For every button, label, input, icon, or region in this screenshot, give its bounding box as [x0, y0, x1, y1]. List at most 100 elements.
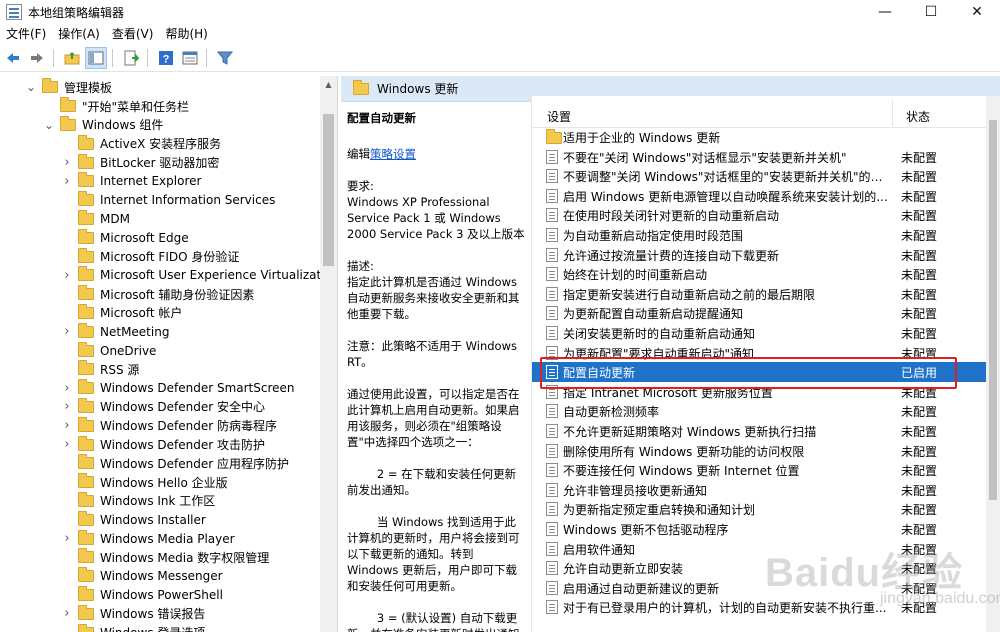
- tree-item[interactable]: › NetMeeting: [60, 322, 169, 341]
- policy-row[interactable]: 允许通过按流量计费的连接自动下载更新 未配置: [532, 245, 987, 265]
- tree-item-label: "开始"菜单和任务栏: [82, 99, 190, 114]
- tree-item[interactable]: › BitLocker 驱动器加密: [60, 153, 219, 172]
- properties-icon[interactable]: [179, 47, 201, 69]
- policy-row[interactable]: 为更新配置自动重新启动提醒通知 未配置: [532, 303, 987, 323]
- policy-row[interactable]: 不允许更新延期策略对 Windows 更新执行扫描 未配置: [532, 421, 987, 441]
- policy-row[interactable]: 关闭安装更新时的自动重新启动通知 未配置: [532, 323, 987, 343]
- chevron-down-icon[interactable]: ⌄: [24, 80, 38, 94]
- folder-icon: [78, 285, 94, 301]
- tree-scrollbar[interactable]: ▲: [320, 76, 337, 632]
- folder-icon: [78, 567, 94, 583]
- tree-item[interactable]: Windows Media 数字权限管理: [60, 548, 269, 567]
- settings-scrollbar[interactable]: [986, 96, 1000, 632]
- chevron-right-icon[interactable]: ›: [60, 174, 74, 189]
- chevron-right-icon[interactable]: ›: [60, 268, 74, 283]
- tree-item[interactable]: Windows Installer: [60, 510, 206, 529]
- chevron-right-icon[interactable]: ›: [60, 606, 74, 621]
- folder-icon: [78, 510, 94, 526]
- chevron-right-icon[interactable]: ›: [60, 418, 74, 433]
- tree-item[interactable]: "开始"菜单和任务栏: [42, 97, 189, 116]
- menu-help[interactable]: 帮助(H): [159, 24, 213, 44]
- menu-action[interactable]: 操作(A): [52, 24, 106, 44]
- tree-item[interactable]: RSS 源: [60, 360, 139, 379]
- close-button[interactable]: ✕: [954, 0, 1000, 24]
- tree-item[interactable]: › Windows 错误报告: [60, 604, 205, 623]
- tree-item[interactable]: › Windows Defender 防病毒程序: [60, 416, 277, 435]
- chevron-right-icon[interactable]: ›: [60, 324, 74, 339]
- folder-icon: [78, 172, 94, 188]
- policy-row[interactable]: 指定 Intranet Microsoft 更新服务位置 未配置: [532, 382, 987, 402]
- maximize-button[interactable]: ☐: [908, 0, 954, 24]
- chevron-right-icon[interactable]: ›: [60, 531, 74, 546]
- app-icon: [6, 4, 22, 20]
- chevron-right-icon[interactable]: ›: [60, 381, 74, 396]
- policy-row[interactable]: 删除使用所有 Windows 更新功能的访问权限 未配置: [532, 441, 987, 461]
- policy-row[interactable]: 允许非管理员接收更新通知 未配置: [532, 480, 987, 500]
- help-icon[interactable]: ?: [155, 47, 177, 69]
- policy-row[interactable]: 不要连接任何 Windows 更新 Internet 位置 未配置: [532, 460, 987, 480]
- tree-item[interactable]: Windows Hello 企业版: [60, 473, 228, 492]
- list-folder-row[interactable]: 适用于企业的 Windows 更新: [532, 127, 987, 147]
- forward-arrow-icon[interactable]: [26, 47, 48, 69]
- tree-item[interactable]: › Windows Defender SmartScreen: [60, 379, 295, 398]
- policy-row[interactable]: 为更新配置"要求自动重新启动"通知 未配置: [532, 343, 987, 363]
- column-divider[interactable]: [892, 100, 893, 126]
- export-list-icon[interactable]: [120, 47, 142, 69]
- tree-item[interactable]: Windows PowerShell: [60, 585, 223, 605]
- tree-item[interactable]: ActiveX 安装程序服务: [60, 134, 221, 153]
- minimize-button[interactable]: —: [862, 0, 908, 24]
- policy-row[interactable]: 始终在计划的时间重新启动 未配置: [532, 264, 987, 284]
- tree-item[interactable]: › Microsoft User Experience Virtualizatio…: [60, 266, 337, 285]
- column-header-setting[interactable]: 设置: [547, 108, 571, 125]
- policy-row[interactable]: 在使用时段关闭针对更新的自动重新启动 未配置: [532, 205, 987, 225]
- back-arrow-icon[interactable]: [2, 47, 24, 69]
- column-header-status[interactable]: 状态: [906, 108, 930, 125]
- tree-item[interactable]: Windows Messenger: [60, 567, 223, 586]
- policy-setting-icon: [546, 600, 558, 615]
- tree-item[interactable]: Microsoft FIDO 身份验证: [60, 247, 239, 266]
- up-folder-icon[interactable]: [61, 47, 83, 69]
- policy-row[interactable]: Windows 更新不包括驱动程序 未配置: [532, 519, 987, 539]
- tree-item[interactable]: Windows Ink 工作区: [60, 491, 215, 511]
- tree-item[interactable]: OneDrive: [60, 341, 156, 360]
- show-hide-tree-icon[interactable]: [85, 46, 107, 69]
- policy-row[interactable]: 自动更新检测频率 未配置: [532, 401, 987, 421]
- edit-policy-link[interactable]: 策略设置: [370, 147, 416, 161]
- tree-item[interactable]: ⌄ Windows 组件: [42, 115, 163, 135]
- scroll-up-arrow-icon[interactable]: ▲: [320, 76, 337, 92]
- menu-view[interactable]: 查看(V): [106, 24, 160, 44]
- tree-item[interactable]: Microsoft 辅助身份验证因素: [60, 285, 254, 304]
- tree-item[interactable]: ⌄ 管理模板: [24, 78, 112, 97]
- tree-item[interactable]: › Windows Defender 攻击防护: [60, 435, 265, 454]
- tree-item-label: MDM: [100, 211, 130, 226]
- filter-icon[interactable]: [214, 47, 236, 69]
- tree-item[interactable]: Windows 登录选项: [60, 623, 205, 632]
- chevron-right-icon[interactable]: ›: [60, 437, 74, 452]
- policy-row[interactable]: 为更新指定预定重启转换和通知计划 未配置: [532, 499, 987, 519]
- tree-item[interactable]: › Windows Media Player: [60, 529, 235, 548]
- tree-item[interactable]: Microsoft Edge: [60, 228, 189, 247]
- tree-item[interactable]: › Internet Explorer: [60, 172, 201, 191]
- policy-setting-icon: [546, 267, 558, 282]
- tree-item[interactable]: Internet Information Services: [60, 191, 275, 210]
- settings-scroll-thumb[interactable]: [989, 120, 997, 500]
- tree-scroll-thumb[interactable]: [323, 114, 334, 266]
- tree-pane[interactable]: ⌄ 管理模板 "开始"菜单和任务栏 ⌄ Windows 组件 ActiveX 安装程序服务…: [0, 76, 338, 632]
- policy-name: 始终在计划的时间重新启动: [563, 268, 708, 283]
- policy-row[interactable]: 为自动重新启动指定使用时段范围 未配置: [532, 225, 987, 245]
- chevron-right-icon[interactable]: ›: [60, 399, 74, 414]
- tree-item[interactable]: MDM: [60, 209, 130, 229]
- chevron-down-icon[interactable]: ⌄: [42, 118, 56, 132]
- policy-row[interactable]: 配置自动更新 已启用: [532, 362, 987, 382]
- policy-row[interactable]: 不要调整"关闭 Windows"对话框里的"安装更新并关机"的默... 未配置: [532, 166, 987, 186]
- tree-item[interactable]: Windows Defender 应用程序防护: [60, 454, 289, 473]
- policy-row[interactable]: 指定更新安装进行自动重新启动之前的最后期限 未配置: [532, 284, 987, 304]
- tree-item[interactable]: › Windows Defender 安全中心: [60, 397, 265, 417]
- chevron-right-icon[interactable]: ›: [60, 155, 74, 170]
- policy-row[interactable]: 不要在"关闭 Windows"对话框显示"安装更新并关机" 未配置: [532, 147, 987, 167]
- policy-row[interactable]: 启用 Windows 更新电源管理以自动唤醒系统来安装计划的... 未配置: [532, 186, 987, 206]
- menu-file[interactable]: 文件(F): [0, 24, 52, 44]
- tree-item[interactable]: Microsoft 帐户: [60, 303, 182, 323]
